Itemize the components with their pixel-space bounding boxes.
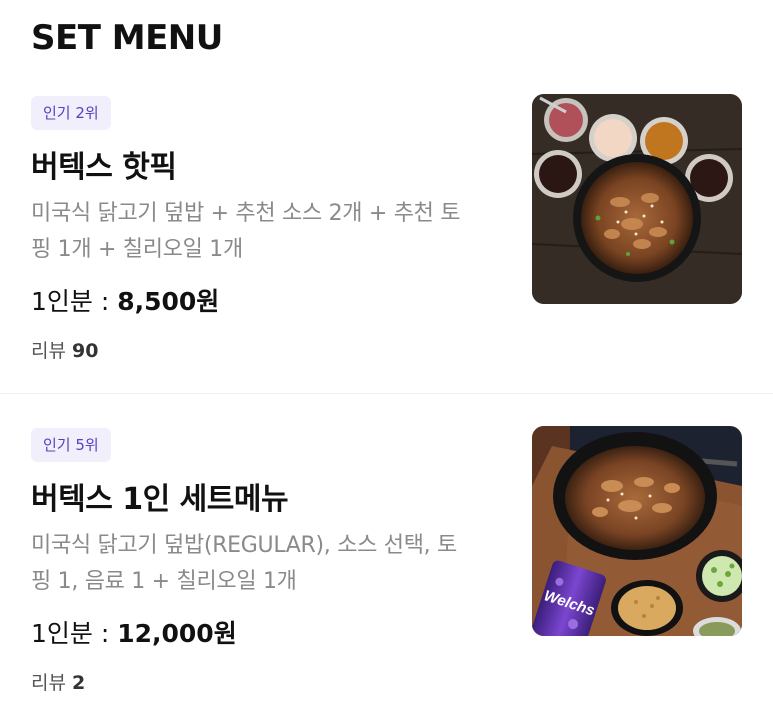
description-line: 핑 1개 + 칠리오일 1개 — [31, 237, 243, 262]
review-label: 리뷰 — [31, 340, 66, 362]
price-amount: 8,500원 — [117, 287, 220, 316]
price-prefix: 1인분 : — [31, 619, 118, 648]
item-divider — [0, 393, 773, 394]
review-number: 2 — [72, 672, 86, 694]
set-menu-page: SET MENU 인기 2위 버텍스 핫픽 미국식 닭고기 덮밥 + 추천 소스… — [0, 0, 773, 720]
menu-item-price: 1인분 : 12,000원 — [31, 614, 237, 650]
review-number: 90 — [72, 340, 99, 362]
price-prefix: 1인분 : — [31, 287, 118, 316]
review-count: 리뷰 90 — [31, 336, 98, 363]
section-title: SET MENU — [31, 18, 223, 58]
description-line: 미국식 닭고기 덮밥 + 추천 소스 2개 + 추천 토 — [31, 201, 461, 226]
menu-item-name: 버텍스 핫픽 — [31, 150, 177, 185]
menu-item-name: 버텍스 1인 세트메뉴 — [31, 482, 289, 517]
popularity-badge: 인기 5위 — [31, 428, 111, 462]
set-meal-image: Welchs — [532, 426, 742, 636]
popularity-badge: 인기 2위 — [31, 96, 111, 130]
food-bowl-with-sauces-image — [532, 94, 742, 304]
review-count: 리뷰 2 — [31, 668, 85, 695]
menu-item-single-set[interactable]: 인기 5위 버텍스 1인 세트메뉴 미국식 닭고기 덮밥(REGULAR), 소… — [0, 424, 773, 720]
price-amount: 12,000원 — [117, 619, 237, 648]
description-line: 핑 1, 음료 1 + 칠리오일 1개 — [31, 569, 297, 594]
menu-item-hot-pick[interactable]: 인기 2위 버텍스 핫픽 미국식 닭고기 덮밥 + 추천 소스 2개 + 추천 … — [0, 92, 773, 392]
review-label: 리뷰 — [31, 672, 66, 694]
description-line: 미국식 닭고기 덮밥(REGULAR), 소스 선택, 토 — [31, 533, 457, 558]
menu-item-price: 1인분 : 8,500원 — [31, 282, 219, 318]
menu-item-photo[interactable]: Welchs — [532, 426, 742, 636]
menu-item-description: 미국식 닭고기 덮밥(REGULAR), 소스 선택, 토 핑 1, 음료 1 … — [31, 528, 511, 600]
menu-item-description: 미국식 닭고기 덮밥 + 추천 소스 2개 + 추천 토 핑 1개 + 칠리오일… — [31, 196, 511, 268]
menu-item-photo[interactable] — [532, 94, 742, 304]
